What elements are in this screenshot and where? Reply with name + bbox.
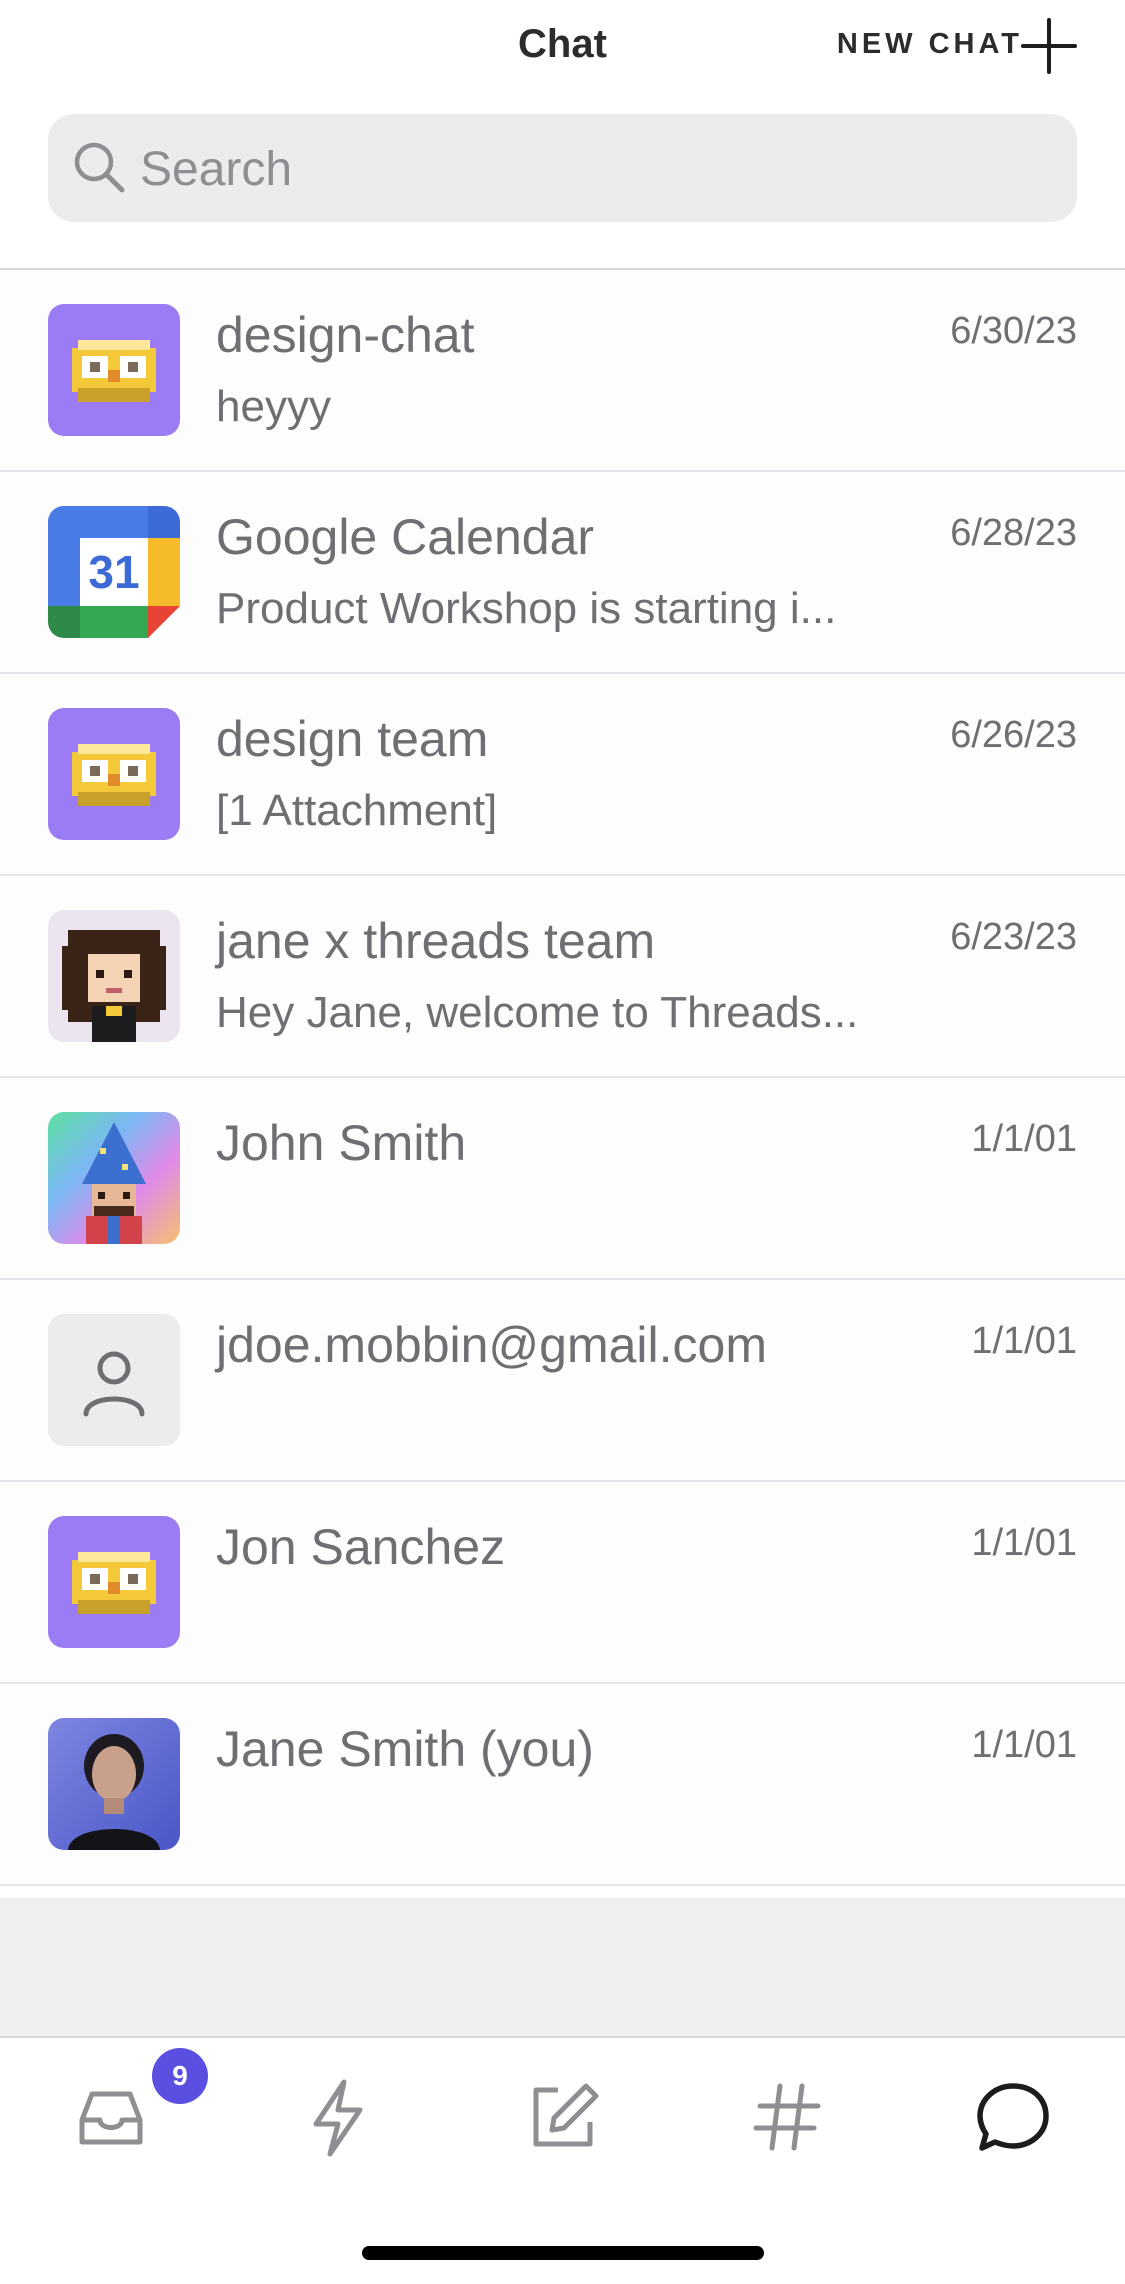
chat-row-google-calendar[interactable]: 31 Google Calendar Product Workshop is s… xyxy=(0,472,1125,674)
chat-date: 1/1/01 xyxy=(971,1320,1077,1362)
lightning-icon[interactable] xyxy=(292,2072,382,2162)
chat-date: 6/23/23 xyxy=(950,916,1077,958)
calendar-day: 31 xyxy=(88,546,139,598)
list-footer-space xyxy=(0,1898,1125,2036)
chat-date: 1/1/01 xyxy=(971,1118,1077,1160)
new-chat-button[interactable]: NEW CHAT xyxy=(837,28,1023,61)
chat-name: John Smith xyxy=(216,1115,467,1171)
owl-pixel-avatar xyxy=(48,1516,180,1648)
search-input[interactable]: Search xyxy=(48,114,1077,222)
chat-date: 6/30/23 xyxy=(950,310,1077,352)
owl-pixel-avatar xyxy=(48,304,180,436)
chat-row-jdoe-mobbin[interactable]: jdoe.mobbin@gmail.com 1/1/01 xyxy=(0,1280,1125,1482)
chat-row-jane-x-threads-team[interactable]: jane x threads team Hey Jane, welcome to… xyxy=(0,876,1125,1078)
chat-name: jdoe.mobbin@gmail.com xyxy=(216,1317,768,1373)
chat-bubble-icon[interactable] xyxy=(968,2072,1058,2162)
chat-date: 6/28/23 xyxy=(950,512,1077,554)
chat-name: Google Calendar xyxy=(216,509,595,565)
pixel-girl-avatar xyxy=(48,910,180,1042)
chat-preview: Hey Jane, welcome to Threads... xyxy=(216,988,859,1037)
chat-row-jane-smith[interactable]: Jane Smith (you) 1/1/01 xyxy=(0,1684,1125,1886)
chat-row-jon-sanchez[interactable]: Jon Sanchez 1/1/01 xyxy=(0,1482,1125,1684)
chat-date: 6/26/23 xyxy=(950,714,1077,756)
plus-icon[interactable] xyxy=(1017,14,1081,78)
google-calendar-icon: 31 xyxy=(48,506,180,638)
owl-pixel-avatar xyxy=(48,708,180,840)
pixel-wizard-avatar xyxy=(48,1112,180,1244)
chat-row-design-team[interactable]: design team [1 Attachment] 6/26/23 xyxy=(0,674,1125,876)
chat-row-john-smith[interactable]: John Smith 1/1/01 xyxy=(0,1078,1125,1280)
inbox-badge: 9 xyxy=(152,2048,208,2104)
chat-date: 1/1/01 xyxy=(971,1724,1077,1766)
chat-name: design-chat xyxy=(216,307,475,363)
compose-icon[interactable] xyxy=(518,2072,608,2162)
chat-name: Jon Sanchez xyxy=(216,1519,506,1575)
photo-avatar xyxy=(48,1718,180,1850)
inbox-icon[interactable] xyxy=(66,2072,156,2162)
header: Chat NEW CHAT Search xyxy=(0,0,1125,270)
chat-list: design-chat heyyy 6/30/23 31 Google Cale… xyxy=(0,270,1125,1886)
chat-date: 1/1/01 xyxy=(971,1522,1077,1564)
chat-preview: [1 Attachment] xyxy=(216,786,498,835)
chat-row-design-chat[interactable]: design-chat heyyy 6/30/23 xyxy=(0,270,1125,472)
chat-preview: Product Workshop is starting i... xyxy=(216,584,837,633)
hashtag-icon[interactable] xyxy=(742,2072,832,2162)
person-placeholder-icon xyxy=(48,1314,180,1446)
chat-name: jane x threads team xyxy=(216,913,656,969)
chat-name: Jane Smith (you) xyxy=(216,1721,594,1777)
search-placeholder: Search xyxy=(140,143,293,196)
chat-preview: heyyy xyxy=(216,382,331,431)
chat-name: design team xyxy=(216,711,489,767)
home-indicator xyxy=(362,2246,764,2260)
search-icon xyxy=(72,140,128,196)
